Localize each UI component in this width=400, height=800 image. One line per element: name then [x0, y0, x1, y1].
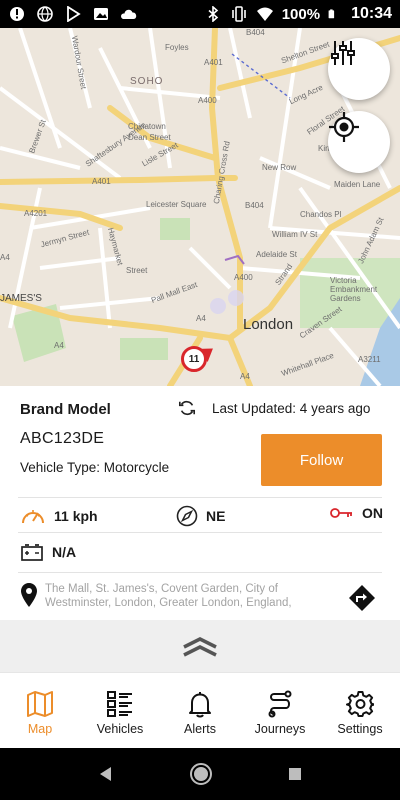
map-label-street: Foyles — [165, 43, 189, 52]
nav-label: Journeys — [254, 721, 306, 736]
map-label-road: A3211 — [358, 355, 381, 364]
vehicle-type: Vehicle Type: Motorcycle — [20, 460, 170, 475]
ignition-stat: ON — [330, 505, 383, 521]
map-view[interactable]: SOHO London JAMES'S Wardour Street Foyle… — [0, 28, 400, 386]
refresh-icon[interactable] — [178, 399, 196, 417]
divider — [18, 532, 382, 533]
compass-icon — [176, 505, 198, 527]
map-label-road: B404 — [245, 201, 264, 210]
last-updated: Last Updated: 4 years ago — [212, 401, 371, 416]
sliders-icon — [331, 41, 355, 65]
map-label-street: Leicester Square — [146, 200, 207, 209]
heading-stat: NE — [176, 505, 225, 527]
play-store-icon — [67, 6, 81, 22]
nav-item-journeys[interactable]: Journeys — [240, 673, 320, 748]
map-label-district: SOHO — [130, 76, 164, 87]
battery-icon — [328, 9, 335, 19]
map-label-park: Victoria Embankment Gardens — [330, 276, 378, 303]
bell-icon — [189, 691, 211, 717]
recents-icon[interactable] — [287, 766, 303, 782]
home-icon[interactable] — [189, 762, 213, 786]
ignition-value: ON — [362, 505, 383, 521]
back-icon[interactable] — [97, 765, 115, 783]
nav-item-map[interactable]: Map — [0, 673, 80, 748]
map-label-road: A4 — [240, 372, 250, 381]
speed-value: 11 kph — [54, 508, 98, 524]
vehicle-model: Brand Model — [20, 401, 111, 418]
nav-item-vehicles[interactable]: Vehicles — [80, 673, 160, 748]
status-time: 10:34 — [351, 5, 392, 22]
gear-icon — [346, 690, 374, 717]
status-left-icons — [8, 6, 138, 22]
address-row: The Mall, St. James's, Covent Garden, Ci… — [18, 582, 382, 618]
vehicle-speed-marker[interactable]: 11 — [181, 346, 207, 372]
map-label-road: A401 — [92, 177, 111, 186]
car-battery-icon — [21, 544, 43, 561]
map-label-road: B404 — [246, 28, 265, 37]
vehicle-address: The Mall, St. James's, Covent Garden, Ci… — [45, 583, 292, 609]
map-icon — [27, 690, 53, 717]
notification-circle-icon — [10, 7, 24, 21]
map-label-city: London — [243, 316, 294, 333]
system-navigation-bar — [0, 748, 400, 800]
map-label-street: Maiden Lane — [334, 180, 381, 189]
map-label-area: JAMES'S — [0, 293, 42, 304]
vehicle-info-panel: Brand Model Last Updated: 4 years ago AB… — [0, 386, 400, 620]
bottom-navigation: Map Vehicles Alerts Journeys Settings — [0, 672, 400, 748]
speedometer-icon — [22, 510, 44, 524]
nav-label: Settings — [337, 721, 383, 736]
nav-label: Alerts — [184, 721, 216, 736]
map-label-road: A4 — [196, 314, 206, 323]
map-label-road: A400 — [198, 96, 217, 105]
bluetooth-icon — [208, 6, 218, 22]
cloud-icon — [121, 9, 137, 19]
wifi-icon — [256, 7, 273, 21]
map-filter-button[interactable] — [328, 38, 390, 100]
map-label-road: A4 — [0, 253, 10, 262]
map-label-street: Adelaide St — [256, 250, 297, 259]
globe-icon — [37, 6, 53, 22]
battery-value: N/A — [52, 544, 77, 560]
heading-value: NE — [206, 508, 226, 524]
battery-stat: N/A — [20, 542, 76, 562]
map-label-street: New Row — [262, 163, 297, 172]
map-label-road: A400 — [234, 273, 253, 282]
crosshair-icon — [329, 112, 359, 142]
map-label-road: A4201 — [24, 209, 48, 218]
nav-item-alerts[interactable]: Alerts — [160, 673, 240, 748]
route-icon — [268, 690, 292, 717]
divider — [18, 572, 382, 573]
map-label-street: William IV St — [272, 230, 318, 239]
speed-stat: 11 kph — [20, 505, 98, 527]
nav-label: Map — [27, 721, 53, 736]
map-locate-button[interactable] — [328, 111, 390, 173]
status-right: 100% 10:34 — [204, 5, 392, 23]
divider — [18, 497, 382, 498]
map-label-street: Chandos Pl — [300, 210, 342, 219]
map-label-road: A401 — [204, 58, 223, 67]
nav-label: Vehicles — [96, 721, 144, 736]
vehicles-list-icon — [107, 690, 132, 717]
vehicle-plate: ABC123DE — [20, 430, 105, 447]
vibrate-icon — [231, 6, 246, 22]
directions-icon[interactable] — [348, 584, 376, 612]
map-label-street: Street — [126, 266, 148, 275]
nav-item-settings[interactable]: Settings — [320, 673, 400, 748]
status-bar: 100% 10:34 — [0, 0, 400, 28]
map-label-road: A4 — [54, 341, 64, 350]
image-icon — [94, 8, 108, 20]
battery-percent: 100% — [281, 5, 321, 23]
follow-button[interactable]: Follow — [261, 434, 382, 486]
double-chevron-up-icon — [183, 637, 217, 657]
key-icon — [330, 508, 352, 518]
expand-panel-bar[interactable] — [0, 620, 400, 672]
location-pin-icon — [21, 583, 37, 607]
